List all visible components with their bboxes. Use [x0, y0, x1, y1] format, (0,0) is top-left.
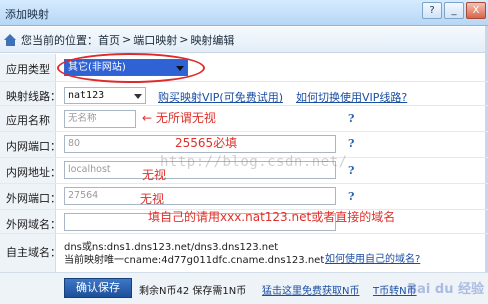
window-title: 添加映射 [5, 8, 49, 21]
breadcrumb-port-mapping[interactable]: 端口映射 [133, 32, 177, 48]
help-button[interactable]: ? [422, 2, 442, 19]
internal-address-label: 内网地址： [6, 166, 61, 179]
breadcrumb: 您当前的位置： 首页 > 端口映射 > 映射编辑 [0, 27, 488, 53]
close-button[interactable]: X [466, 2, 486, 19]
help-icon[interactable]: ? [348, 190, 354, 203]
save-button[interactable]: 确认保存 [64, 278, 132, 298]
app-name-label: 应用名称 [6, 114, 50, 127]
annotation-app-name: ← 无所谓无视 [142, 111, 216, 125]
external-domain-label: 外网域名： [6, 218, 61, 231]
app-type-label: 应用类型 [6, 63, 50, 76]
annotation-app-name-text: 无所谓无视 [155, 111, 216, 125]
custom-domain-label: 自主域名： [6, 246, 61, 259]
app-name-input[interactable]: 无名称 [64, 110, 136, 128]
remaining-coins-text: 剩余N币42 保存需1N币 [139, 286, 247, 297]
window-controls: ? _ X [422, 2, 486, 19]
buy-vip-link[interactable]: 购买映射VIP(可免费试用) [158, 89, 283, 105]
watermark: http://blog.csdn.net/ [160, 154, 348, 170]
help-icon[interactable]: ? [348, 137, 354, 150]
breadcrumb-prefix: 您当前的位置： [21, 33, 98, 47]
breadcrumb-home[interactable]: 首页 [98, 32, 120, 48]
help-icon[interactable]: ? [348, 112, 354, 125]
line-label: 映射线路： [6, 90, 61, 103]
custom-domain-link[interactable]: 如何使用自己的域名? [325, 250, 420, 265]
annotation-internal-port: 25565必填 [175, 136, 238, 150]
switch-vip-link[interactable]: 如何切换使用VIP线路? [296, 89, 407, 105]
title-bar: 添加映射 ? _ X [0, 0, 488, 26]
annotation-external-domain: 填自己的请用xxx.nat123.net或者直接的域名 [148, 210, 396, 224]
external-port-label: 外网端口： [6, 192, 61, 205]
get-coins-link[interactable]: 猛击这里免费获取N币 [262, 282, 359, 297]
highlight-oval [57, 53, 205, 83]
external-port-input[interactable]: 27564 [64, 187, 336, 205]
cname-text: 当前映射唯一cname:4d77g011dfc.cname.dns123.net [64, 255, 325, 266]
annotation-external-port: 无视 [140, 192, 165, 206]
breadcrumb-separator: > [122, 33, 132, 46]
chevron-down-icon [134, 94, 142, 99]
help-icon[interactable]: ? [348, 164, 354, 177]
breadcrumb-separator: > [179, 33, 189, 46]
internal-port-label: 内网端口： [6, 140, 61, 153]
baidu-watermark: Bai du 经验 [407, 282, 484, 297]
minimize-button[interactable]: _ [444, 2, 464, 19]
home-icon [4, 33, 17, 46]
breadcrumb-mapping-edit: 映射编辑 [190, 33, 235, 47]
line-select[interactable]: nat123 [64, 87, 146, 104]
line-value: nat123 [68, 90, 105, 101]
